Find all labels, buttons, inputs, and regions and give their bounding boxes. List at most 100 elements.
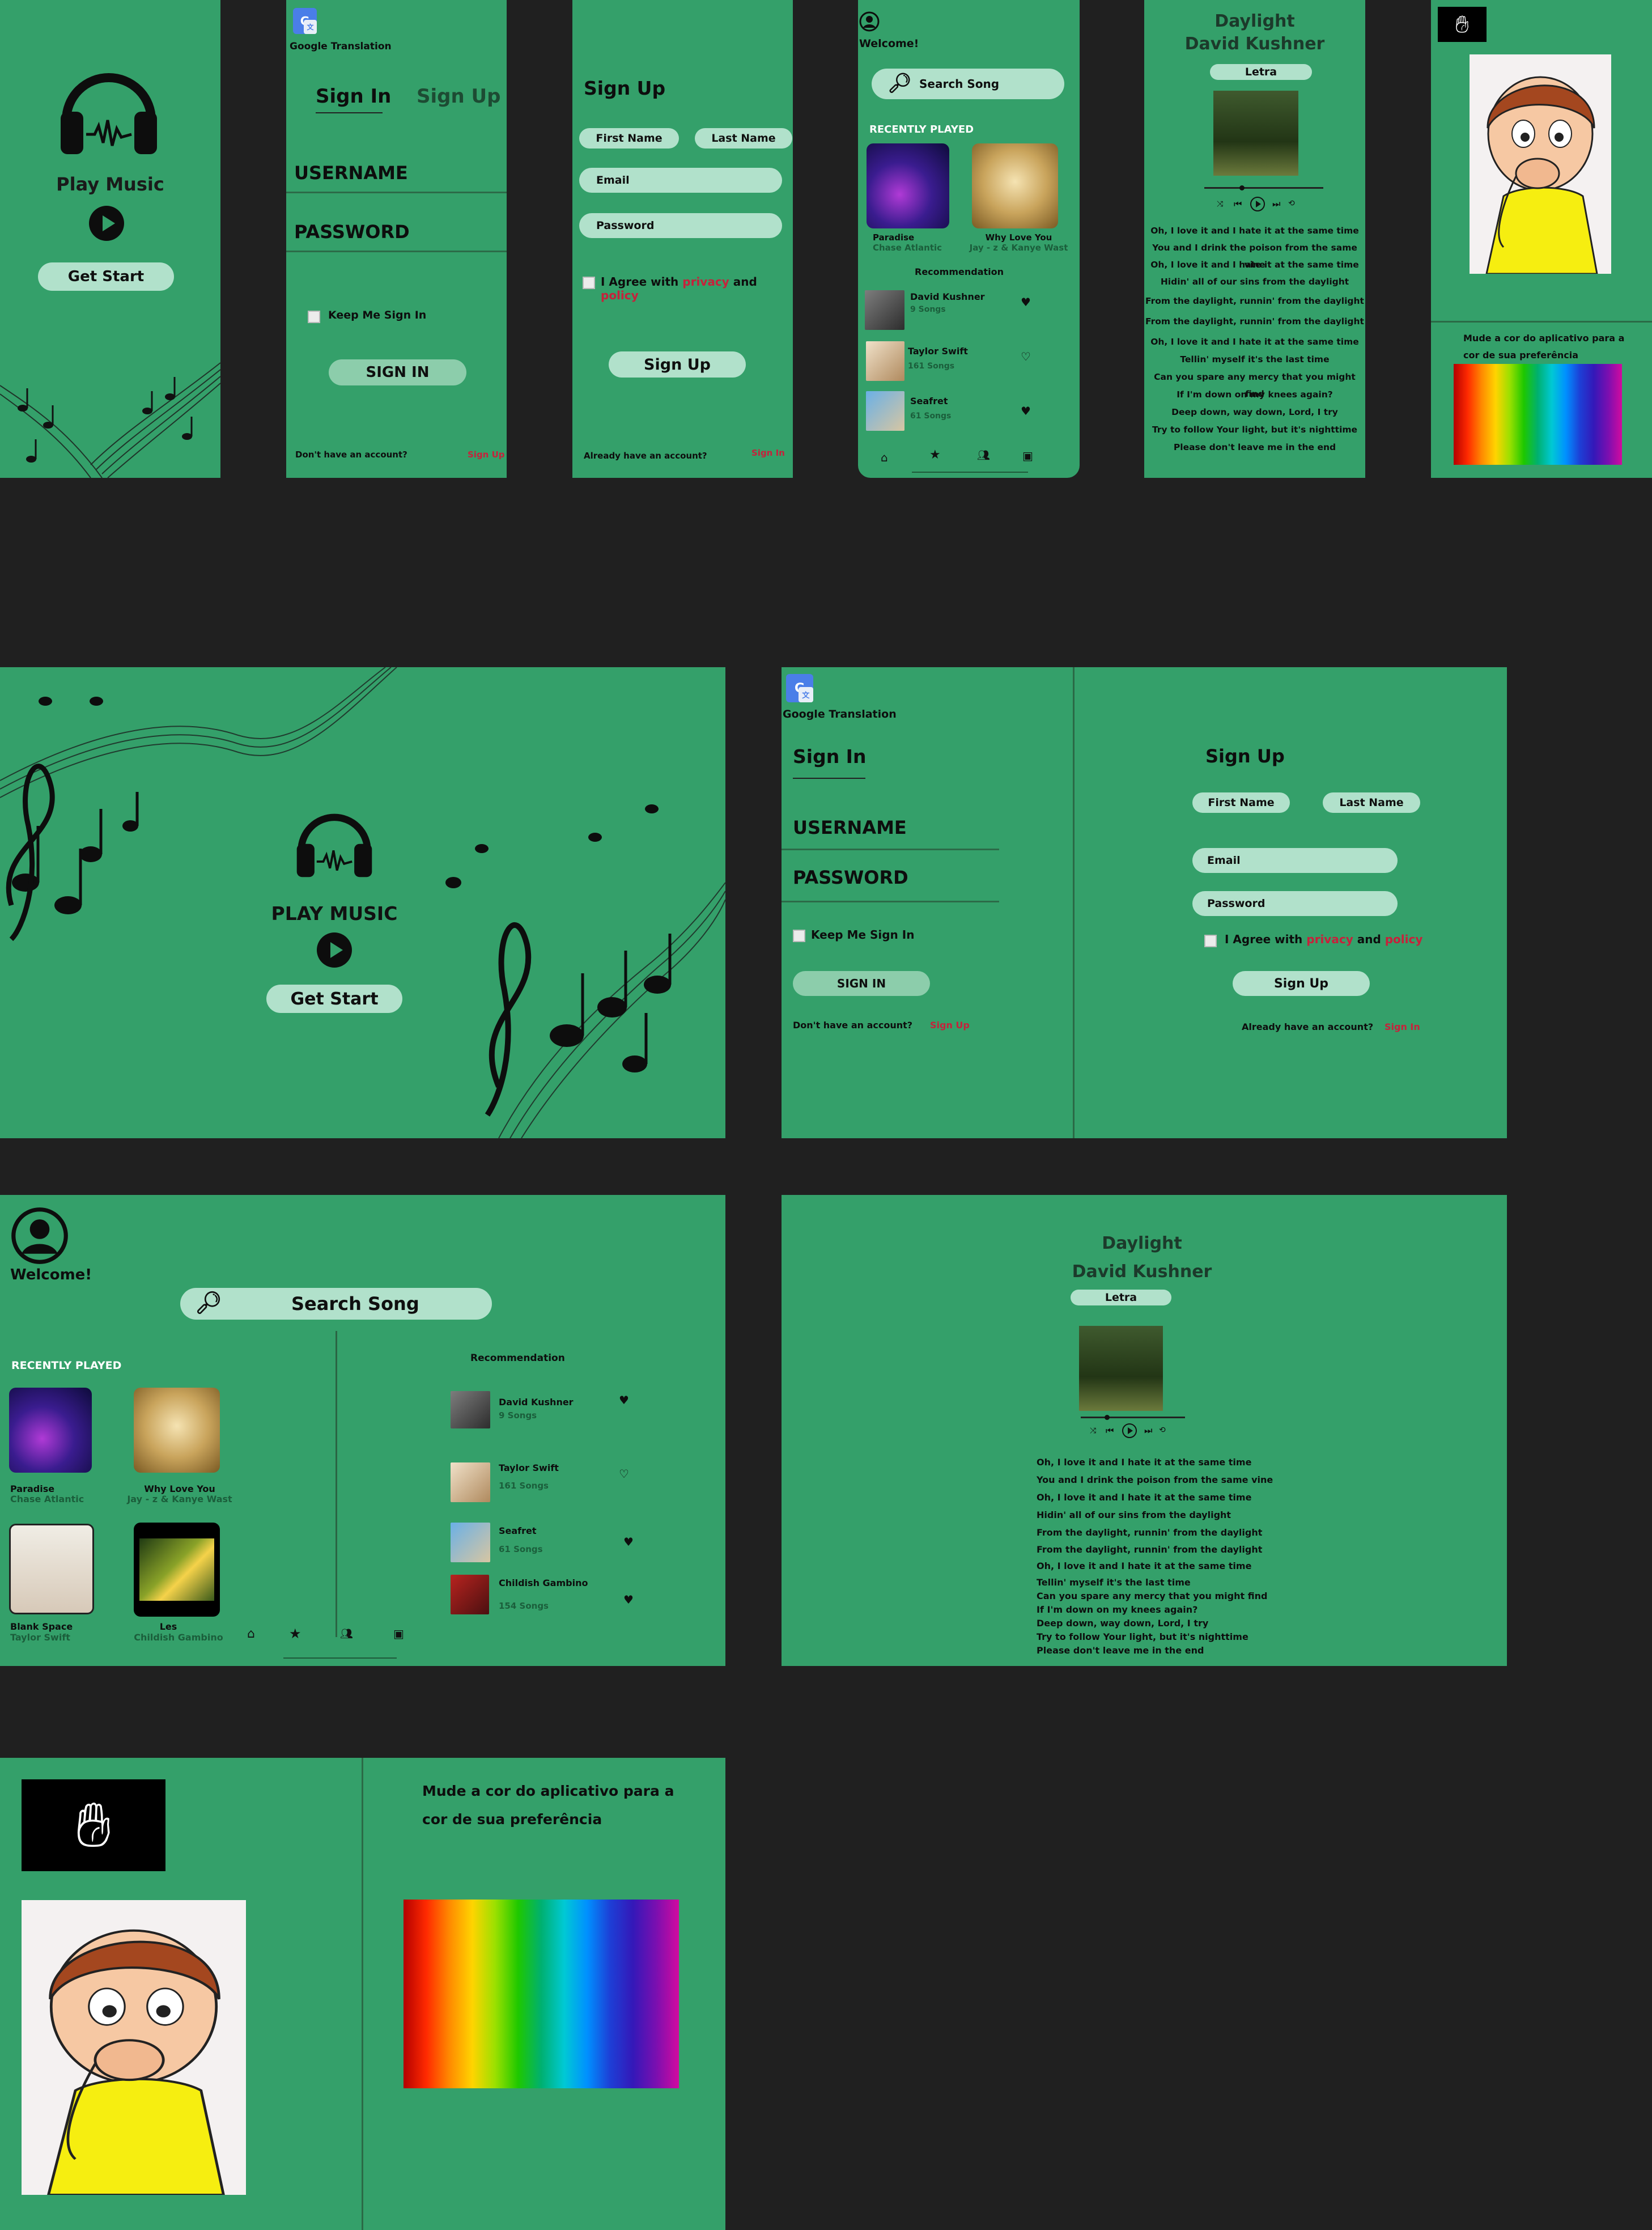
home-icon[interactable]: ⌂ <box>881 451 888 464</box>
heart-icon[interactable]: ♥ <box>619 1393 629 1407</box>
repeat-icon[interactable]: ⟲ <box>1288 199 1295 208</box>
prev-icon[interactable]: ⏮ <box>1234 198 1242 210</box>
next-icon[interactable]: ⏭ <box>1144 1425 1152 1436</box>
people-icon[interactable]: 👥︎ <box>340 1628 353 1640</box>
password-field[interactable]: Password <box>579 213 782 238</box>
translate-icon[interactable]: G文 <box>293 8 317 34</box>
sign-language-icon[interactable]: ✋︎ <box>22 1779 165 1871</box>
tab-signin[interactable]: Sign In <box>316 85 391 108</box>
user-icon[interactable] <box>859 11 880 32</box>
privacy-link[interactable]: privacy <box>1306 932 1353 946</box>
policy-link[interactable]: policy <box>1385 932 1423 946</box>
repeat-icon[interactable]: ⟲ <box>1159 1426 1166 1435</box>
music-notes-icon <box>0 362 220 478</box>
user-icon[interactable] <box>10 1206 69 1265</box>
signup-link[interactable]: Sign Up <box>468 450 505 460</box>
prev-icon[interactable]: ⏮ <box>1106 1425 1114 1436</box>
get-start-button[interactable]: Get Start <box>266 985 402 1013</box>
play-icon[interactable] <box>1250 196 1265 212</box>
password-field[interactable]: PASSWORD <box>294 221 410 243</box>
color-spectrum-picker[interactable] <box>404 1900 679 2088</box>
signin-button[interactable]: SIGN IN <box>329 359 466 385</box>
translate-icon[interactable]: G文 <box>786 674 813 702</box>
translate-label: Google Translation <box>783 708 897 720</box>
heart-icon[interactable]: ♥ <box>623 1593 634 1606</box>
search-input[interactable]: 🔎︎ Search Song <box>180 1288 492 1320</box>
album-cover-why-love-you[interactable] <box>134 1388 220 1473</box>
agree-checkbox[interactable] <box>583 277 595 289</box>
password-underline <box>286 251 507 252</box>
signup-link[interactable]: Sign Up <box>930 1020 970 1031</box>
album-cover-les[interactable] <box>134 1523 220 1617</box>
sign-language-icon[interactable]: ✋︎ <box>1438 7 1487 42</box>
artist-photo-seafret[interactable] <box>451 1523 490 1562</box>
first-name-field[interactable]: First Name <box>1192 792 1290 813</box>
artist-photo-david-kushner[interactable] <box>451 1391 490 1428</box>
progress-bar[interactable] <box>1081 1417 1185 1418</box>
signup-button[interactable]: Sign Up <box>1233 971 1370 996</box>
progress-bar[interactable] <box>1204 187 1323 189</box>
home-icon[interactable]: ⌂ <box>247 1627 255 1641</box>
username-field[interactable]: USERNAME <box>793 817 907 838</box>
policy-link[interactable]: policy <box>601 289 639 302</box>
artist-photo-david-kushner[interactable] <box>865 290 904 330</box>
heart-outline-icon[interactable]: ♡ <box>1021 350 1031 363</box>
shuffle-icon[interactable]: ⤨ <box>1217 200 1223 209</box>
signin-link[interactable]: Sign In <box>1385 1021 1420 1032</box>
lyric-line: Tellin' myself it's the last time <box>1180 354 1330 364</box>
gallery-icon[interactable]: ▣ <box>1022 449 1033 463</box>
album-cover-paradise[interactable] <box>867 143 949 228</box>
album-cover-blank-space[interactable] <box>9 1524 94 1614</box>
welcome-text: Welcome! <box>10 1266 92 1283</box>
progress-knob[interactable] <box>1239 185 1245 190</box>
email-field[interactable]: Email <box>1192 848 1398 873</box>
signin-heading[interactable]: Sign In <box>793 745 866 768</box>
signup-button[interactable]: Sign Up <box>609 351 746 378</box>
shuffle-icon[interactable]: ⤨ <box>1090 1426 1096 1435</box>
tab-signup[interactable]: Sign Up <box>417 85 500 108</box>
signin-button[interactable]: SIGN IN <box>793 971 930 996</box>
password-field[interactable]: Password <box>1192 891 1398 916</box>
album-cover-paradise[interactable] <box>9 1388 92 1473</box>
lyrics-tab[interactable]: Letra <box>1210 64 1312 80</box>
lyric-line: Oh, I love it and I hate it at the same … <box>1037 1492 1252 1503</box>
play-icon[interactable] <box>1122 1423 1137 1439</box>
heart-icon[interactable]: ♥ <box>1021 295 1031 309</box>
gallery-icon[interactable]: ▣ <box>393 1627 404 1640</box>
artist-photo-taylor-swift[interactable] <box>451 1462 490 1502</box>
lyrics-tab[interactable]: Letra <box>1071 1290 1171 1305</box>
artist-photo-taylor-swift[interactable] <box>866 341 904 381</box>
keep-signed-in-label: Keep Me Sign In <box>328 309 427 321</box>
star-icon[interactable]: ★ <box>289 1626 301 1642</box>
star-icon[interactable]: ★ <box>929 448 941 462</box>
agree-checkbox[interactable] <box>1204 935 1217 947</box>
signup-title: Sign Up <box>584 77 666 99</box>
artist-photo-childish-gambino[interactable] <box>451 1575 489 1614</box>
privacy-link[interactable]: privacy <box>682 275 729 289</box>
get-start-button[interactable]: Get Start <box>38 262 174 291</box>
people-icon[interactable]: 👥︎ <box>977 450 990 461</box>
email-field[interactable]: Email <box>579 168 782 193</box>
artist-photo-seafret[interactable] <box>866 391 904 431</box>
keep-signed-in-checkbox[interactable] <box>308 311 320 323</box>
last-name-field[interactable]: Last Name <box>695 128 792 149</box>
song-title: Daylight <box>1102 1233 1182 1253</box>
username-field[interactable]: USERNAME <box>294 162 408 184</box>
play-icon[interactable] <box>316 932 353 968</box>
welcome-text: Welcome! <box>859 37 919 50</box>
search-input[interactable]: 🔎︎ Search Song <box>872 69 1064 99</box>
password-field[interactable]: PASSWORD <box>793 867 908 888</box>
heart-icon[interactable]: ♥ <box>1021 404 1031 418</box>
progress-knob[interactable] <box>1105 1415 1110 1420</box>
keep-signed-in-checkbox[interactable] <box>793 930 805 942</box>
album-cover-why-love-you[interactable] <box>972 143 1058 228</box>
rec-name-1: David Kushner <box>910 291 985 302</box>
next-icon[interactable]: ⏭ <box>1272 198 1280 210</box>
first-name-field[interactable]: First Name <box>579 128 679 149</box>
heart-icon[interactable]: ♥ <box>623 1535 634 1549</box>
last-name-field[interactable]: Last Name <box>1323 792 1420 813</box>
signin-link[interactable]: Sign In <box>751 448 785 458</box>
color-spectrum-picker[interactable] <box>1454 364 1622 465</box>
play-icon[interactable] <box>88 205 125 241</box>
heart-outline-icon[interactable]: ♡ <box>619 1467 629 1481</box>
